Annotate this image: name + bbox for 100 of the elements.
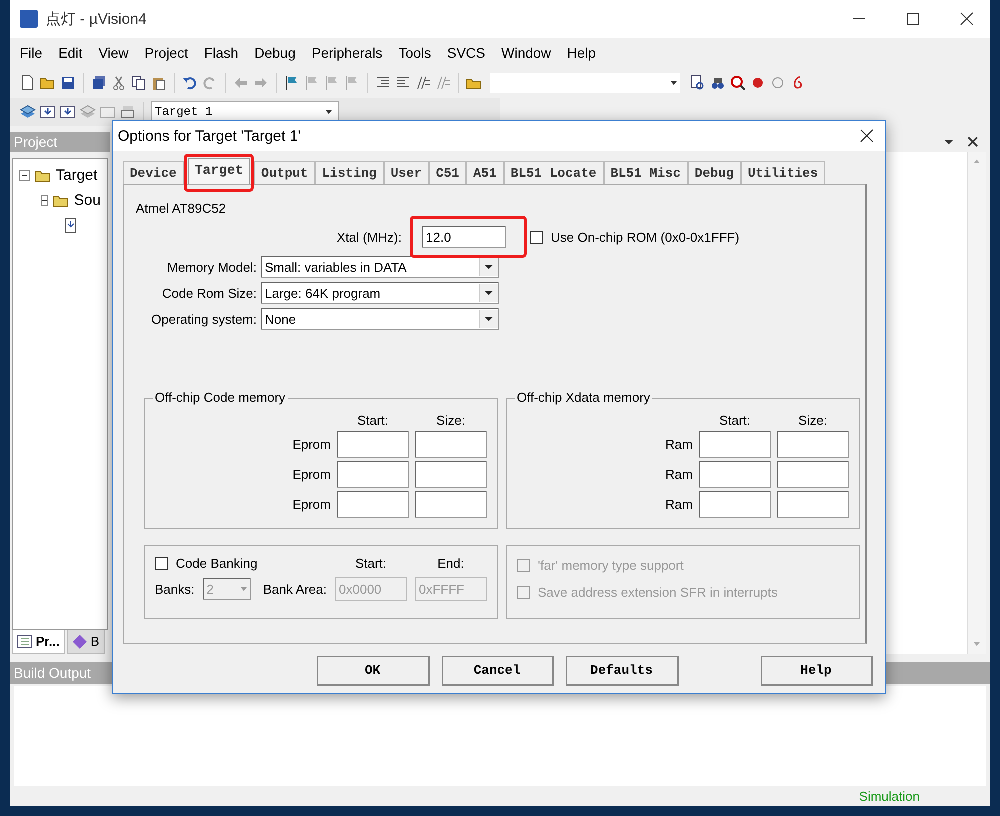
field-label: Xtal (MHz):: [336, 230, 403, 244]
download-icon[interactable]: [40, 104, 56, 120]
menu-item[interactable]: View: [90, 43, 137, 63]
tab[interactable]: Output: [254, 161, 316, 184]
size-field[interactable]: [415, 461, 487, 488]
dialog-button[interactable]: Defaults: [566, 656, 678, 686]
tree-item[interactable]: Target: [56, 167, 98, 184]
field-label: Bank Area:: [263, 582, 327, 596]
column-header: Size:: [436, 413, 466, 428]
checkbox-label: Use On-chip ROM (0x0-0x1FFF): [551, 230, 740, 244]
menu-item[interactable]: Project: [136, 43, 196, 63]
menu-item[interactable]: File: [12, 43, 51, 63]
close-icon[interactable]: [966, 135, 980, 149]
dialog-button[interactable]: Help: [760, 656, 873, 686]
tab[interactable]: BL51 Locate: [504, 161, 604, 184]
column-header: Start:: [357, 413, 389, 428]
cut-icon[interactable]: [111, 75, 127, 91]
device-name: Atmel AT89C52: [136, 201, 228, 216]
flag-icon[interactable]: [284, 75, 300, 91]
size-field[interactable]: [777, 491, 849, 518]
size-field[interactable]: [415, 491, 487, 518]
tab[interactable]: Device: [123, 161, 184, 184]
column-header: Start:: [355, 556, 387, 571]
field-label: Operating system:: [150, 312, 258, 326]
binoculars-icon[interactable]: [710, 75, 726, 91]
new-file-icon[interactable]: [20, 75, 36, 91]
save-icon[interactable]: [60, 75, 76, 91]
group-title: Off-chip Code memory: [153, 390, 288, 405]
start-field[interactable]: [337, 491, 409, 518]
menu-item[interactable]: Edit: [50, 43, 91, 63]
checkbox-label: Code Banking: [176, 556, 258, 571]
layers-icon[interactable]: [20, 104, 36, 120]
row-label: Ram: [666, 467, 693, 482]
checkbox-label: 'far' memory type support: [538, 558, 684, 573]
panel-tab[interactable]: B: [66, 630, 105, 654]
tab[interactable]: User: [384, 161, 430, 184]
checkbox[interactable]: [530, 230, 543, 244]
tab[interactable]: Listing: [315, 161, 384, 184]
field-label: Memory Model:: [166, 260, 258, 274]
download-icon[interactable]: [60, 104, 76, 120]
xtal-field[interactable]: 12.0: [422, 226, 506, 248]
copy-icon[interactable]: [131, 75, 147, 91]
dialog-button[interactable]: OK: [317, 656, 430, 686]
search-icon[interactable]: [690, 75, 706, 91]
field-label: Code Rom Size:: [161, 286, 258, 300]
window-title: 点灯 - µVision4: [46, 10, 148, 28]
checkbox[interactable]: [155, 557, 168, 570]
size-field[interactable]: [777, 461, 849, 488]
undo-icon[interactable]: [182, 75, 198, 91]
start-field[interactable]: [699, 431, 771, 458]
start-field[interactable]: [699, 461, 771, 488]
dropdown[interactable]: Large: 64K program: [261, 282, 499, 304]
menu-item[interactable]: Tools: [390, 43, 440, 63]
save-all-icon[interactable]: [91, 75, 107, 91]
menu-item[interactable]: Peripherals: [304, 43, 391, 63]
close-icon[interactable]: [859, 128, 875, 144]
dropdown[interactable]: None: [261, 308, 499, 330]
menu-item[interactable]: Debug: [246, 43, 304, 63]
start-field[interactable]: [337, 431, 409, 458]
menu-item[interactable]: Window: [494, 43, 560, 63]
size-field[interactable]: [415, 431, 487, 458]
row-label: Eprom: [292, 497, 331, 512]
row-label: Eprom: [292, 467, 331, 482]
project-icon[interactable]: [17, 634, 33, 650]
tab[interactable]: C51: [429, 161, 466, 184]
dropdown[interactable]: Small: variables in DATA: [261, 256, 499, 278]
tab[interactable]: Debug: [688, 161, 741, 184]
maximize-icon[interactable]: [905, 11, 921, 27]
close-icon[interactable]: [959, 11, 975, 27]
tab[interactable]: Utilities: [740, 161, 826, 184]
tab[interactable]: A51: [466, 161, 504, 184]
app-logo-icon: [20, 10, 38, 28]
field-label: Banks:: [155, 582, 195, 596]
tab[interactable]: Target: [188, 158, 250, 184]
paste-icon[interactable]: [151, 75, 167, 91]
menu-item[interactable]: SVCS: [439, 43, 494, 63]
menu-item[interactable]: Help: [559, 43, 604, 63]
group-title: Off-chip Xdata memory: [515, 390, 652, 405]
start-field[interactable]: [337, 461, 409, 488]
checkbox-label: Save address extension SFR in interrupts: [538, 585, 778, 600]
row-label: Ram: [666, 497, 693, 512]
magnifier-icon[interactable]: [730, 75, 746, 91]
breakpoint-icon[interactable]: [750, 75, 766, 91]
row-label: Eprom: [292, 437, 331, 452]
dialog-button[interactable]: Cancel: [442, 656, 554, 686]
file-icon[interactable]: [63, 218, 79, 234]
menu-item[interactable]: Flash: [196, 43, 247, 63]
status-text: Simulation: [859, 788, 920, 804]
panel-header: Project: [10, 132, 110, 152]
tree-item[interactable]: Sou: [74, 192, 101, 209]
dialog-title: Options for Target 'Target 1': [118, 128, 302, 144]
size-field[interactable]: [777, 431, 849, 458]
comment-icon[interactable]: [415, 75, 431, 91]
column-header: Size:: [798, 413, 828, 428]
start-field[interactable]: [699, 491, 771, 518]
column-header: End:: [438, 556, 464, 571]
column-header: Start:: [719, 413, 751, 428]
tab[interactable]: BL51 Misc: [604, 161, 688, 184]
row-label: Ram: [666, 437, 693, 452]
panel-tab[interactable]: Pr...: [12, 630, 65, 654]
